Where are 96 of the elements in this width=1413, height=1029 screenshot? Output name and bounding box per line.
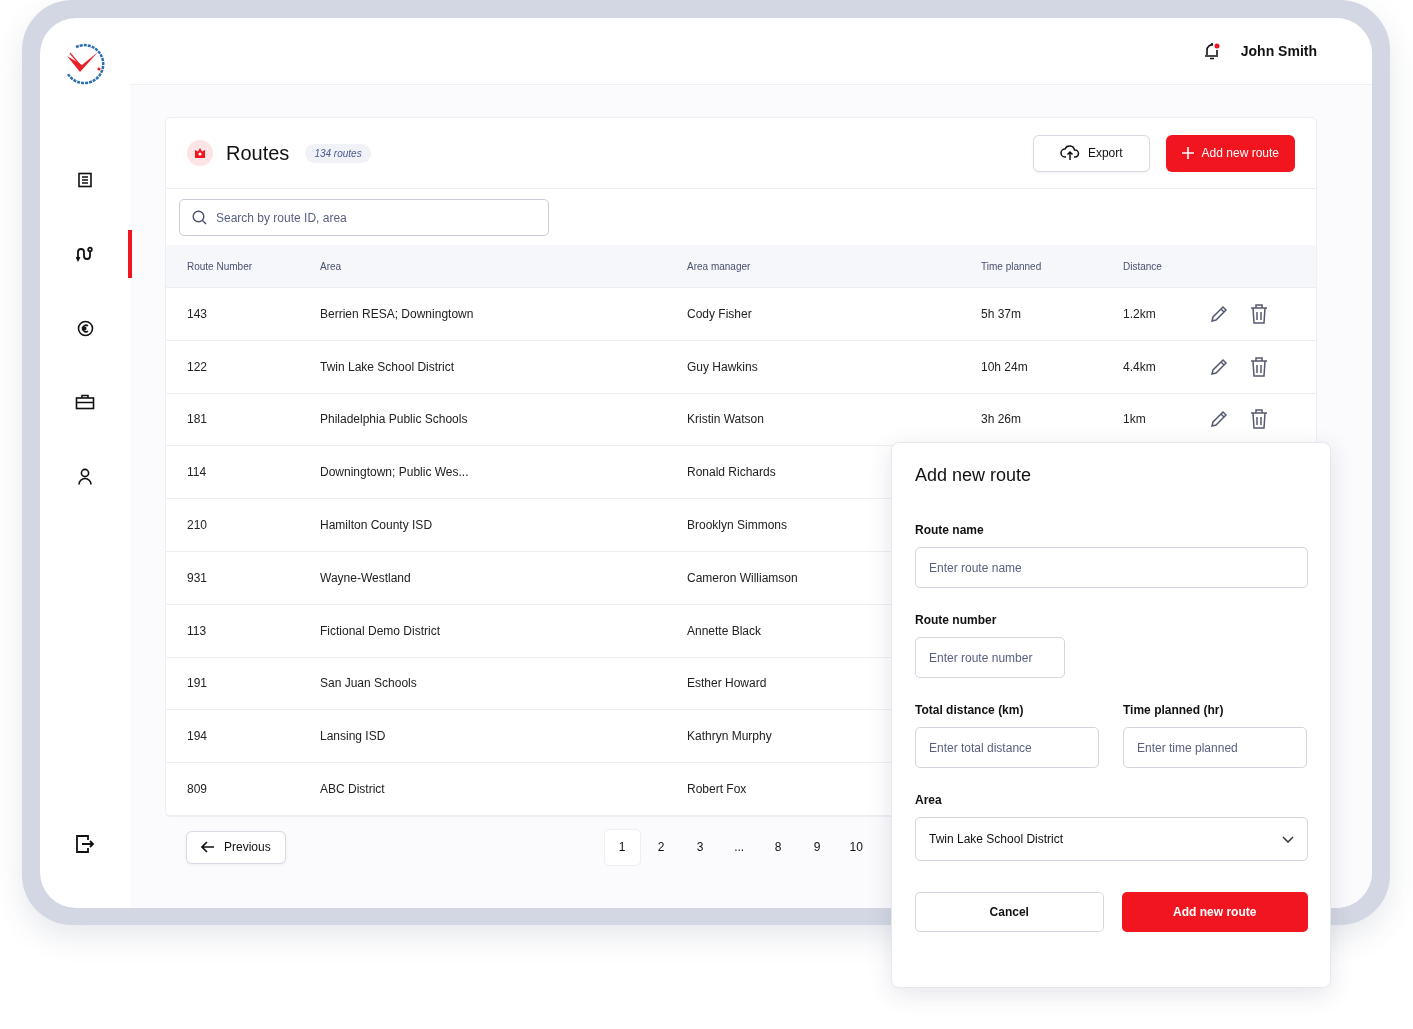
input-field[interactable]: Enter total distance bbox=[915, 727, 1099, 768]
table-cell: 1km bbox=[1123, 412, 1146, 427]
input-field[interactable]: Enter route name bbox=[915, 547, 1308, 588]
modal-title: Add new route bbox=[915, 465, 1033, 487]
cancel-button[interactable]: Cancel bbox=[915, 892, 1104, 932]
table-cell: Wayne-Westland bbox=[320, 570, 411, 585]
column-header: Area bbox=[320, 260, 343, 272]
trash-icon bbox=[1250, 356, 1268, 377]
pencil-icon bbox=[1210, 357, 1228, 376]
chevron-down-icon bbox=[1282, 835, 1294, 843]
logout-icon bbox=[75, 834, 95, 854]
cloud-upload-icon bbox=[1059, 145, 1080, 161]
table-cell: Downingtown; Public Wes... bbox=[320, 465, 469, 480]
table-cell: Kristin Watson bbox=[687, 412, 764, 427]
page-button[interactable]: 1 bbox=[603, 828, 641, 866]
notification-button[interactable] bbox=[1202, 41, 1221, 61]
area-dropdown[interactable]: Twin Lake School District bbox=[915, 817, 1308, 861]
page-button[interactable]: 3 bbox=[681, 828, 719, 866]
delete-button[interactable] bbox=[1250, 356, 1268, 377]
page-button[interactable]: ... bbox=[720, 828, 758, 866]
table-cell: Annette Black bbox=[687, 623, 762, 638]
table-cell: Fictional Demo District bbox=[320, 623, 441, 638]
briefcase-icon bbox=[75, 394, 95, 410]
field-label: Route name bbox=[915, 523, 985, 537]
trash-icon bbox=[1250, 409, 1268, 430]
route-count-badge: 134 routes bbox=[305, 143, 371, 163]
table-cell: Philadelphia Public Schools bbox=[320, 412, 468, 427]
table-cell: Lansing ISD bbox=[320, 729, 386, 744]
route-badge-icon bbox=[187, 140, 213, 166]
trash-icon bbox=[1250, 303, 1268, 324]
table-cell-text: 194 bbox=[186, 729, 208, 744]
table-cell: Cody Fisher bbox=[687, 306, 752, 321]
page-button[interactable]: 10 bbox=[837, 828, 875, 866]
logout-button[interactable] bbox=[75, 834, 95, 854]
arrow-left-icon bbox=[201, 841, 215, 854]
submit-button[interactable]: Add new route bbox=[1121, 892, 1308, 932]
user-icon bbox=[78, 467, 92, 485]
field-label: Route number bbox=[915, 613, 998, 627]
delete-button[interactable] bbox=[1250, 303, 1268, 324]
table-cell: 1.2km bbox=[1123, 306, 1156, 321]
table-cell: 10h 24m bbox=[981, 359, 1028, 374]
table-cell: Hamilton County ISD bbox=[320, 518, 433, 533]
table-cell-text: 210 bbox=[186, 518, 208, 533]
table-cell: Berrien RESA; Downingtown bbox=[320, 306, 474, 321]
table-cell-text: 931 bbox=[186, 570, 208, 585]
table-cell: San Juan Schools bbox=[320, 676, 417, 691]
document-icon bbox=[77, 172, 93, 188]
table-cell-text: 191 bbox=[186, 676, 208, 691]
export-button[interactable]: Export bbox=[1032, 134, 1150, 172]
column-header: Time planned bbox=[981, 260, 1043, 272]
table-cell: Kathryn Murphy bbox=[687, 729, 772, 744]
search-field[interactable]: Search by route ID, area bbox=[179, 199, 549, 236]
table-cell: 4.4km bbox=[1123, 359, 1156, 374]
edit-button[interactable] bbox=[1210, 410, 1228, 429]
bell-icon bbox=[1202, 41, 1221, 61]
table-cell: Guy Hawkins bbox=[687, 359, 758, 374]
table-cell-text: 809 bbox=[186, 782, 208, 797]
search-icon bbox=[192, 210, 207, 225]
table-cell-text: 114 bbox=[186, 465, 207, 480]
pencil-icon bbox=[1210, 410, 1228, 429]
page-button[interactable]: 2 bbox=[642, 828, 680, 866]
active-indicator bbox=[128, 230, 132, 278]
column-header: Route Number bbox=[186, 260, 254, 272]
page-button[interactable]: 8 bbox=[759, 828, 797, 866]
edit-button[interactable] bbox=[1210, 357, 1228, 376]
user-name: John Smith bbox=[1240, 43, 1317, 59]
table-cell: Ronald Richards bbox=[687, 465, 776, 480]
table-cell-text: 122 bbox=[186, 359, 208, 374]
euro-icon bbox=[76, 319, 94, 337]
table-cell-text: 181 bbox=[186, 412, 208, 427]
input-field[interactable]: Enter route number bbox=[915, 637, 1065, 678]
field-label: Area bbox=[915, 793, 943, 807]
pencil-icon bbox=[1210, 304, 1228, 323]
table-cell: 5h 37m bbox=[981, 306, 1022, 321]
field-label: Total distance (km) bbox=[915, 703, 1025, 717]
table-cell: Twin Lake School District bbox=[320, 359, 455, 374]
table-cell: Robert Fox bbox=[687, 782, 747, 797]
add-route-button[interactable]: Add new route bbox=[1165, 134, 1295, 172]
table-cell: Brooklyn Simmons bbox=[687, 518, 788, 533]
column-header: Distance bbox=[1123, 260, 1163, 272]
route-icon bbox=[76, 246, 94, 262]
page-title: Routes bbox=[226, 141, 290, 165]
input-field[interactable]: Enter time planned bbox=[1123, 727, 1307, 768]
table-cell: Cameron Williamson bbox=[687, 570, 798, 585]
table-cell: ABC District bbox=[320, 782, 385, 797]
page-button[interactable]: 9 bbox=[798, 828, 836, 866]
field-label: Time planned (hr) bbox=[1123, 703, 1225, 717]
plus-icon bbox=[1181, 147, 1194, 159]
table-cell-text: 113 bbox=[186, 623, 207, 638]
previous-button[interactable]: Previous bbox=[186, 830, 286, 864]
table-cell-text: 143 bbox=[186, 306, 208, 321]
delete-button[interactable] bbox=[1250, 409, 1268, 430]
column-header: Area manager bbox=[687, 260, 752, 272]
table-cell: Esther Howard bbox=[687, 676, 767, 691]
table-cell: 3h 26m bbox=[981, 412, 1022, 427]
edit-button[interactable] bbox=[1210, 304, 1228, 323]
